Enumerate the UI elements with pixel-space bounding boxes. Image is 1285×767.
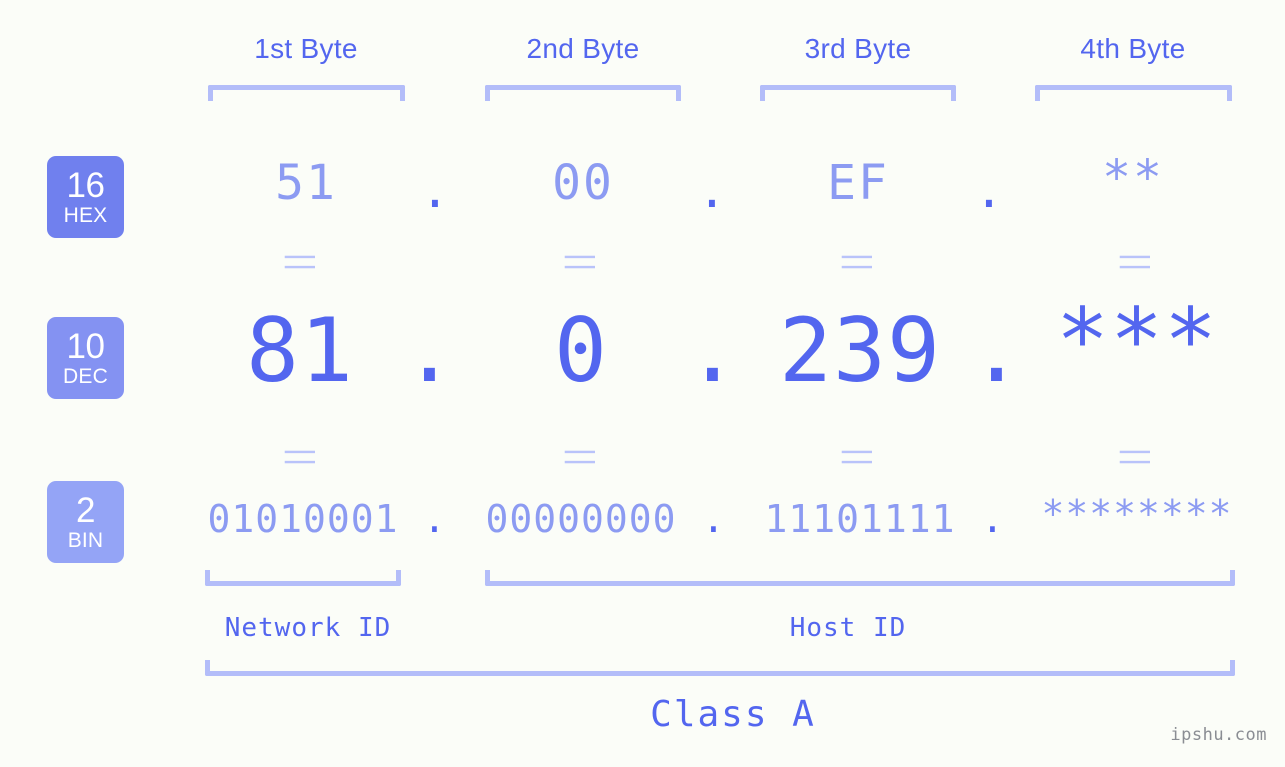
equals-connector-4-dec-bin: || — [1119, 446, 1154, 468]
base-badge-dec-unit: DEC — [63, 365, 108, 388]
base-badge-hex-number: 16 — [66, 166, 105, 205]
byte-bracket-1 — [208, 85, 405, 101]
byte-bracket-3 — [760, 85, 956, 101]
byte-bracket-2 — [485, 85, 681, 101]
bin-byte-3: 11101111 — [764, 497, 956, 541]
equals-connector-2-hex-dec: || — [564, 251, 599, 273]
byte-header-1: 1st Byte — [254, 33, 358, 64]
class-label: Class A — [650, 694, 816, 735]
base-badge-bin-unit: BIN — [67, 529, 104, 552]
hex-byte-3: EF — [827, 155, 889, 211]
hex-separator-1: . — [420, 163, 452, 219]
hex-separator-3: . — [974, 163, 1006, 219]
bin-separator-3: . — [981, 497, 1005, 541]
network-id-label: Network ID — [224, 613, 392, 643]
base-badge-hex: 16 HEX — [47, 156, 124, 238]
dec-byte-1: 81 — [246, 299, 354, 402]
base-badge-hex-unit: HEX — [63, 204, 108, 227]
hex-byte-4: ** — [1102, 150, 1164, 206]
network-id-bracket — [205, 570, 401, 586]
byte-header-2: 2nd Byte — [526, 33, 640, 64]
bin-separator-1: . — [423, 497, 447, 541]
base-badge-dec: 10 DEC — [47, 317, 124, 399]
hex-byte-2: 00 — [552, 155, 614, 211]
base-badge-bin-number: 2 — [76, 491, 95, 530]
dec-byte-4: *** — [1056, 289, 1218, 392]
byte-header-4: 4th Byte — [1080, 33, 1186, 64]
byte-header-3: 3rd Byte — [804, 33, 912, 64]
dec-byte-3: 239 — [779, 299, 941, 402]
dec-separator-3: . — [970, 299, 1024, 402]
hex-separator-2: . — [697, 163, 729, 219]
dec-byte-2: 0 — [554, 299, 608, 402]
equals-connector-2-dec-bin: || — [564, 446, 599, 468]
dec-separator-1: . — [403, 299, 457, 402]
equals-connector-1-hex-dec: || — [284, 251, 319, 273]
dec-separator-2: . — [686, 299, 740, 402]
equals-connector-3-dec-bin: || — [841, 446, 876, 468]
equals-connector-4-hex-dec: || — [1119, 251, 1154, 273]
ip-breakdown-diagram: 1st Byte 2nd Byte 3rd Byte 4th Byte 16 H… — [0, 0, 1285, 767]
equals-connector-3-hex-dec: || — [841, 251, 876, 273]
class-bracket — [205, 660, 1235, 676]
host-id-bracket — [485, 570, 1235, 586]
bin-byte-1: 01010001 — [207, 497, 399, 541]
base-badge-bin: 2 BIN — [47, 481, 124, 563]
base-badge-dec-number: 10 — [66, 327, 105, 366]
bin-byte-2: 00000000 — [485, 497, 677, 541]
hex-byte-1: 51 — [275, 155, 337, 211]
bin-byte-4: ******** — [1041, 492, 1233, 536]
byte-bracket-4 — [1035, 85, 1232, 101]
host-id-label: Host ID — [789, 613, 907, 643]
site-watermark: ipshu.com — [1170, 725, 1267, 745]
equals-connector-1-dec-bin: || — [284, 446, 319, 468]
bin-separator-2: . — [702, 497, 726, 541]
